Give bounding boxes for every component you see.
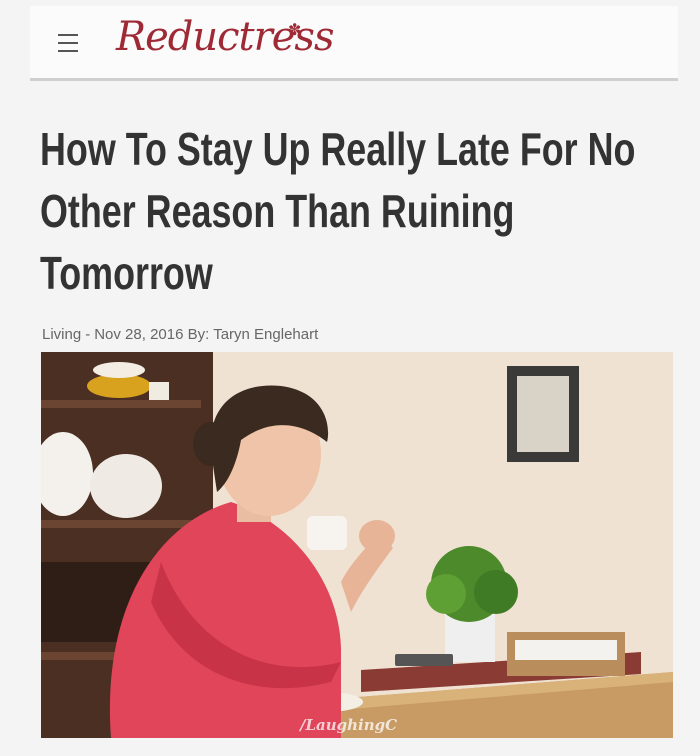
article-photo: [41, 352, 673, 738]
white-bowl: [93, 362, 145, 378]
picture-inner: [517, 376, 569, 452]
coffee-cup: [307, 516, 347, 550]
photo-illustration: [41, 352, 673, 738]
cup: [149, 382, 169, 400]
byline-prefix: By:: [187, 326, 210, 343]
menu-icon[interactable]: [58, 34, 78, 52]
article-author[interactable]: Taryn Englehart: [213, 326, 318, 343]
shelf-board: [41, 520, 201, 528]
article-meta: Living - Nov 28, 2016 By: Taryn Englehart: [42, 326, 318, 343]
woman-hair-bun: [193, 422, 229, 466]
article-category[interactable]: Living: [42, 326, 81, 343]
article-date: Nov 28, 2016: [94, 326, 184, 343]
meta-separator: -: [85, 326, 91, 343]
logo-flower-icon: ✽: [288, 22, 302, 39]
shelf-board: [41, 400, 201, 408]
watermark-text: /LaughingC: [300, 716, 398, 734]
plant-leaves: [426, 574, 466, 614]
plate: [90, 454, 162, 518]
napkins: [515, 640, 617, 660]
site-header: Reductress ✽: [30, 6, 678, 81]
article-headline: How To Stay Up Really Late For No Other …: [40, 123, 636, 299]
woman-hand: [359, 520, 395, 552]
phone: [395, 654, 453, 666]
plant-leaves: [474, 570, 518, 614]
